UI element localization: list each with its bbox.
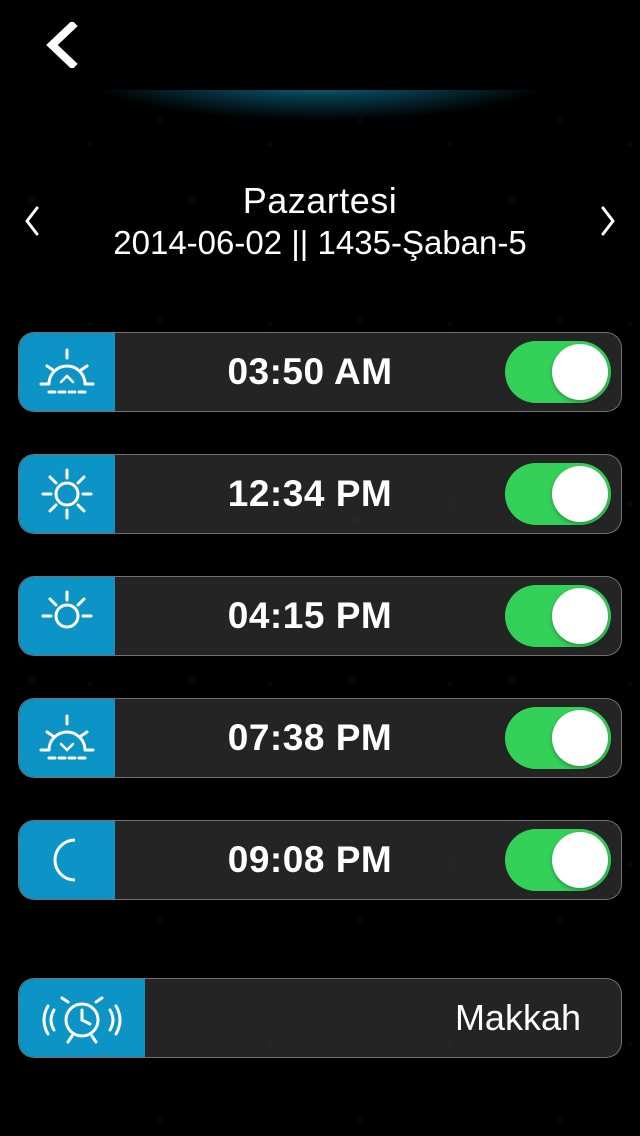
- prayer-toggle[interactable]: [505, 341, 611, 403]
- sunrise-icon: [39, 344, 95, 400]
- toggle-knob: [552, 710, 608, 766]
- prayer-row: 03:50 AM: [18, 332, 622, 412]
- prayer-time: 04:15 PM: [115, 595, 505, 637]
- prayer-row: 07:38 PM: [18, 698, 622, 778]
- prayer-toggle[interactable]: [505, 585, 611, 647]
- prayer-toggle[interactable]: [505, 463, 611, 525]
- prayer-row: 09:08 PM: [18, 820, 622, 900]
- moon-icon: [39, 832, 95, 888]
- chevron-left-icon: [40, 22, 86, 68]
- sun-icon: [39, 466, 95, 522]
- next-day-button[interactable]: [592, 201, 622, 241]
- date-header: Pazartesi 2014-06-02 || 1435-Şaban-5: [0, 180, 640, 262]
- toggle-knob: [552, 466, 608, 522]
- day-of-week: Pazartesi: [113, 180, 526, 222]
- chevron-left-icon: [24, 206, 42, 236]
- toggle-knob: [552, 344, 608, 400]
- prayer-rows: 03:50 AM 12:34 PM: [0, 332, 640, 1058]
- toggle-knob: [552, 832, 608, 888]
- adhan-icon-box: [19, 979, 145, 1057]
- alarm-clock-icon: [42, 990, 122, 1046]
- sun-partial-icon: [39, 588, 95, 644]
- sunset-icon: [39, 710, 95, 766]
- prayer-time: 09:08 PM: [115, 839, 505, 881]
- back-button[interactable]: [40, 22, 86, 68]
- prayer-icon-box: [19, 577, 115, 655]
- prev-day-button[interactable]: [18, 201, 48, 241]
- adhan-sound-row[interactable]: Makkah: [18, 978, 622, 1058]
- date-line: 2014-06-02 || 1435-Şaban-5: [113, 224, 526, 262]
- date-text: Pazartesi 2014-06-02 || 1435-Şaban-5: [113, 180, 526, 262]
- prayer-icon-box: [19, 699, 115, 777]
- prayer-time: 07:38 PM: [115, 717, 505, 759]
- prayer-row: 04:15 PM: [18, 576, 622, 656]
- prayer-toggle[interactable]: [505, 829, 611, 891]
- prayer-icon-box: [19, 333, 115, 411]
- toggle-knob: [552, 588, 608, 644]
- nav-bar: [0, 0, 640, 90]
- prayer-icon-box: [19, 821, 115, 899]
- chevron-right-icon: [598, 206, 616, 236]
- prayer-icon-box: [19, 455, 115, 533]
- prayer-row: 12:34 PM: [18, 454, 622, 534]
- prayer-time: 03:50 AM: [115, 351, 505, 393]
- prayer-toggle[interactable]: [505, 707, 611, 769]
- adhan-sound-label: Makkah: [145, 997, 621, 1039]
- prayer-time: 12:34 PM: [115, 473, 505, 515]
